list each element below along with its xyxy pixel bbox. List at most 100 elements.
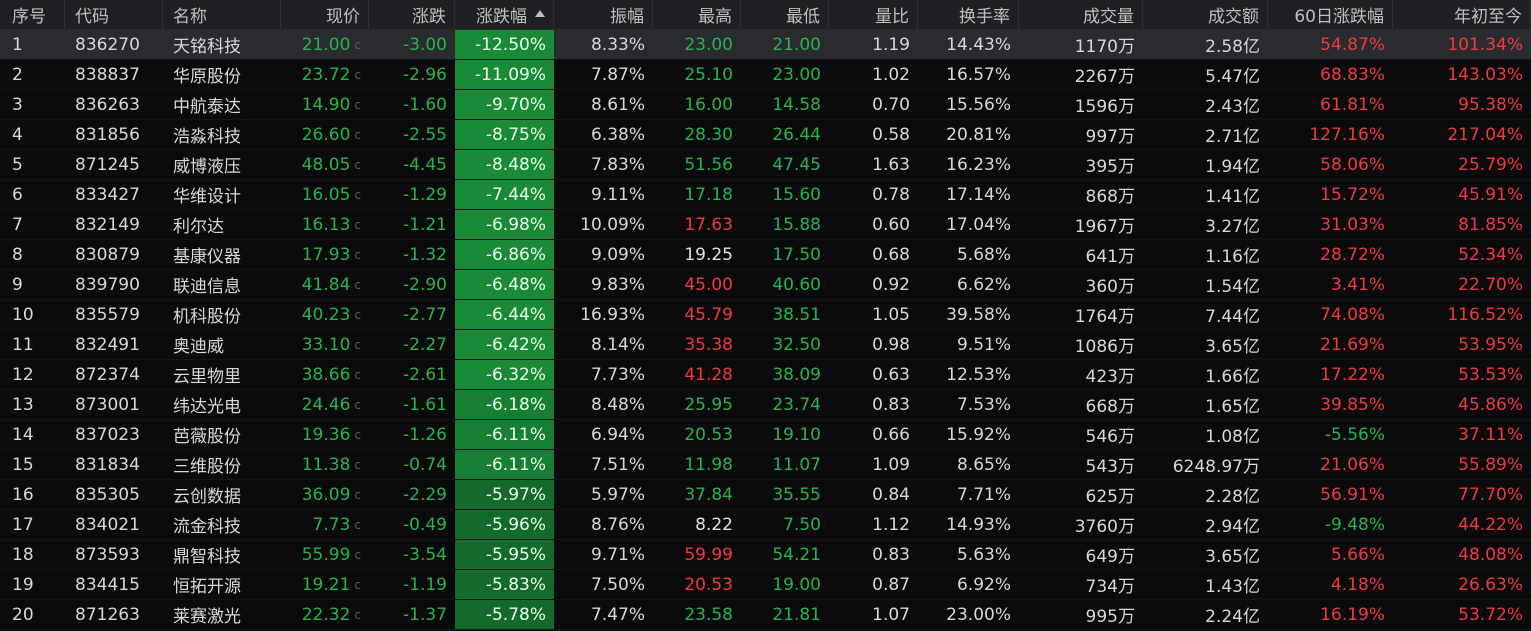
cell-amplitude: 7.50% [554,570,653,599]
table-row[interactable]: 17 834021 流金科技 7.73 c -0.49 -5.96% 8.76% 8.22 7.5… [0,510,1531,540]
cell-change-pct-value: -6.42% [485,334,546,355]
header-change[interactable]: 涨跌 [369,0,455,29]
cell-ytd-value: 25.79% [1458,154,1523,175]
cell-high-value: 35.38 [684,334,733,355]
header-name[interactable]: 名称 [163,0,281,29]
cell-change-pct-value: -6.98% [485,214,546,235]
table-row[interactable]: 13 873001 纬达光电 24.46 c -1.61 -6.18% 8.48% 25.95 2… [0,390,1531,420]
cell-60d-change: 21.06% [1268,450,1393,479]
table-row[interactable]: 14 837023 芭薇股份 19.36 c -1.26 -6.11% 6.94% 20.53 1… [0,420,1531,450]
table-row[interactable]: 7 832149 利尔达 16.13 c -1.21 -6.98% 10.09% 17.63 15… [0,210,1531,240]
cell-seq-value: 20 [12,604,34,625]
cell-name-value: 纬达光电 [173,397,241,417]
cell-price-value: 11.38 [301,454,351,475]
table-row[interactable]: 5 871245 威博液压 48.05 c -4.45 -8.48% 7.83% 51.56 47… [0,150,1531,180]
cell-change-pct: -5.78% [455,600,554,629]
price-unit-marker: c [354,367,361,382]
cell-ytd: 81.85% [1393,210,1531,239]
cell-turnover-value: 5.68% [956,244,1011,265]
cell-60d-change: 39.85% [1268,390,1393,419]
cell-60d-change-value: 28.72% [1320,244,1385,265]
table-row[interactable]: 20 871263 莱赛激光 22.32 c -1.37 -5.78% 7.47% 23.58 2… [0,600,1531,630]
cell-amount: 3.65亿 [1143,540,1268,569]
table-row[interactable]: 1 836270 天铭科技 21.00 c -3.00 -12.50% 8.33% 23.00 2… [0,30,1531,60]
table-row[interactable]: 3 836263 中航泰达 14.90 c -1.60 -9.70% 8.61% 16.00 14… [0,90,1531,120]
cell-amplitude: 5.97% [554,480,653,509]
header-price[interactable]: 现价 [281,0,369,29]
cell-amplitude-value: 7.73% [590,364,645,385]
cell-ytd: 77.70% [1393,480,1531,509]
cell-volume: 649万 [1019,540,1143,569]
cell-code-value: 830879 [75,244,140,265]
cell-high: 51.56 [653,150,741,179]
cell-turnover: 9.51% [918,330,1019,359]
header-60d-change[interactable]: 60日涨跌幅 [1268,0,1393,29]
cell-volume-value: 395万 [1085,157,1135,177]
table-row[interactable]: 4 831856 浩淼科技 26.60 c -2.55 -8.75% 6.38% 28.30 26… [0,120,1531,150]
cell-ytd: 22.70% [1393,270,1531,299]
cell-high-value: 37.84 [684,484,733,505]
cell-code: 837023 [65,420,163,449]
cell-amplitude: 9.11% [554,180,653,209]
header-seq[interactable]: 序号 [0,0,65,29]
table-row[interactable]: 19 834415 恒拓开源 19.21 c -1.19 -5.83% 7.50% 20.53 1… [0,570,1531,600]
header-ytd[interactable]: 年初至今 [1393,0,1531,29]
cell-code: 873001 [65,390,163,419]
header-high[interactable]: 最高 [653,0,741,29]
cell-high: 25.95 [653,390,741,419]
cell-amount-value: 2.43亿 [1205,97,1260,117]
header-turnover[interactable]: 换手率 [918,0,1019,29]
header-change-pct[interactable]: 涨跌幅 [455,0,554,29]
price-unit-marker: c [354,217,361,232]
cell-volume-ratio-value: 1.19 [872,34,910,55]
table-row[interactable]: 11 832491 奥迪威 33.10 c -2.27 -6.42% 8.14% 35.38 32… [0,330,1531,360]
table-row[interactable]: 15 831834 三维股份 11.38 c -0.74 -6.11% 7.51% 11.98 1… [0,450,1531,480]
cell-amount-value: 1.54亿 [1205,277,1260,297]
cell-turnover-value: 6.92% [956,574,1011,595]
table-row[interactable]: 6 833427 华维设计 16.05 c -1.29 -7.44% 9.11% 17.18 15… [0,180,1531,210]
cell-volume: 868万 [1019,180,1143,209]
table-row[interactable]: 8 830879 基康仪器 17.93 c -1.32 -6.86% 9.09% 19.25 17… [0,240,1531,270]
cell-ytd-value: 55.89% [1458,454,1523,475]
cell-change: -0.74 [369,450,455,479]
table-row[interactable]: 16 835305 云创数据 36.09 c -2.29 -5.97% 5.97% 37.84 3… [0,480,1531,510]
cell-price: 17.93 c [281,240,369,269]
cell-turnover-value: 15.92% [946,424,1011,445]
cell-high: 59.99 [653,540,741,569]
cell-volume: 997万 [1019,120,1143,149]
cell-seq: 7 [0,210,65,239]
cell-change-pct: -6.32% [455,360,554,389]
cell-code-value: 832149 [75,214,140,235]
cell-price-value: 26.60 [301,124,351,145]
cell-high: 17.63 [653,210,741,239]
cell-name-value: 联迪信息 [173,277,241,297]
cell-amount-value: 1.08亿 [1205,427,1260,447]
cell-volume: 546万 [1019,420,1143,449]
header-amplitude[interactable]: 振幅 [554,0,653,29]
cell-amplitude-value: 6.38% [590,124,645,145]
cell-60d-change-value: 56.91% [1320,484,1385,505]
table-row[interactable]: 12 872374 云里物里 38.66 c -2.61 -6.32% 7.73% 41.28 3… [0,360,1531,390]
header-volume[interactable]: 成交量 [1019,0,1143,29]
header-amount[interactable]: 成交额 [1143,0,1268,29]
cell-60d-change: 68.83% [1268,60,1393,89]
cell-high-value: 16.00 [684,94,733,115]
header-volume-ratio[interactable]: 量比 [829,0,918,29]
cell-amount-value: 6248.97万 [1172,457,1260,477]
cell-price-value: 16.13 [301,214,351,235]
cell-turnover-value: 39.58% [946,304,1011,325]
table-row[interactable]: 10 835579 机科股份 40.23 c -2.77 -6.44% 16.93% 45.79… [0,300,1531,330]
cell-turnover: 20.81% [918,120,1019,149]
cell-volume-value: 1764万 [1074,307,1135,327]
table-row[interactable]: 9 839790 联迪信息 41.84 c -2.90 -6.48% 9.83% 45.00 40… [0,270,1531,300]
table-row[interactable]: 18 873593 鼎智科技 55.99 c -3.54 -5.95% 9.71% 59.99 5… [0,540,1531,570]
cell-turnover-value: 16.57% [946,64,1011,85]
cell-code: 836270 [65,30,163,59]
table-row[interactable]: 2 838837 华原股份 23.72 c -2.96 -11.09% 7.87% 25.10 2… [0,60,1531,90]
cell-code: 834021 [65,510,163,539]
cell-price-value: 36.09 [301,484,351,505]
header-code[interactable]: 代码 [65,0,163,29]
header-low[interactable]: 最低 [741,0,829,29]
cell-60d-change-value: -9.48% [1324,514,1385,535]
cell-price-value: 16.05 [301,184,351,205]
